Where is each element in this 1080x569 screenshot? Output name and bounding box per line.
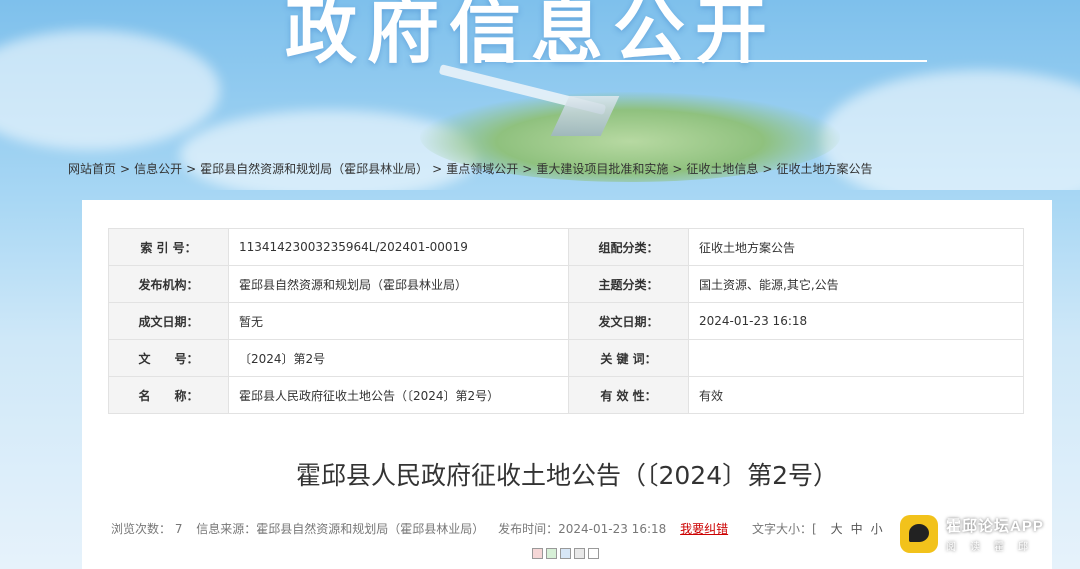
breadcrumb-separator: >: [432, 162, 443, 176]
table-row: 索 引 号： 11341423003235964L/202401-00019 组…: [108, 228, 1024, 266]
keywords-value: [688, 339, 1024, 377]
keywords-label: 关 键 词：: [568, 339, 689, 377]
breadcrumb-info-public[interactable]: 信息公开: [134, 162, 182, 176]
breadcrumb-separator: >: [762, 162, 773, 176]
watermark-name: 霍邱论坛APP: [946, 518, 1044, 535]
breadcrumb-separator: >: [120, 162, 131, 176]
font-size-control: 文字大小：[ 大中小: [752, 522, 887, 536]
breadcrumb-separator: >: [672, 162, 683, 176]
swatch-green[interactable]: [546, 548, 557, 559]
topic-label: 主题分类：: [568, 265, 689, 303]
swatch-blue[interactable]: [560, 548, 571, 559]
breadcrumb-land-info[interactable]: 征收土地信息: [686, 162, 758, 176]
created-date-label: 成文日期：: [108, 302, 229, 340]
metadata-table: 索 引 号： 11341423003235964L/202401-00019 组…: [108, 228, 1024, 414]
topic-value: 国土资源、能源,其它,公告: [688, 265, 1024, 303]
table-row: 名 称： 霍邱县人民政府征收土地公告（〔2024〕第2号） 有 效 性： 有效: [108, 376, 1024, 414]
breadcrumb: 网站首页 > 信息公开 > 霍邱县自然资源和规划局（霍邱县林业局） > 重点领域公开 > 重大建…: [68, 160, 872, 177]
swatch-gray[interactable]: [574, 548, 585, 559]
table-row: 成文日期： 暂无 发文日期： 2024-01-23 16:18: [108, 302, 1024, 340]
font-medium-button[interactable]: 中: [851, 522, 863, 536]
report-error-link[interactable]: 我要纠错: [680, 522, 728, 536]
validity-label: 有 效 性：: [568, 376, 689, 414]
category-label: 组配分类：: [568, 228, 689, 266]
publisher-label: 发布机构：: [108, 265, 229, 303]
publish-time: 发布时间：2024-01-23 16:18: [498, 522, 667, 536]
article-title: 霍邱县人民政府征收土地公告（〔2024〕第2号）: [295, 461, 839, 490]
index-value: 11341423003235964L/202401-00019: [228, 228, 569, 266]
watermark-text: 霍邱论坛APP 阅读霍邱: [946, 515, 1044, 553]
docno-label: 文 号：: [108, 339, 229, 377]
breadcrumb-bureau[interactable]: 霍邱县自然资源和规划局（霍邱县林业局）: [200, 162, 428, 176]
table-row: 发布机构： 霍邱县自然资源和规划局（霍邱县林业局） 主题分类： 国土资源、能源,…: [108, 265, 1024, 303]
breadcrumb-land-notice[interactable]: 征收土地方案公告: [776, 162, 872, 176]
app-watermark: 霍邱论坛APP 阅读霍邱: [900, 512, 1078, 556]
index-label: 索 引 号：: [108, 228, 229, 266]
watermark-sub: 阅读霍邱: [946, 542, 1042, 553]
published-date-value: 2024-01-23 16:18: [688, 302, 1024, 340]
breadcrumb-major-projects[interactable]: 重大建设项目批准和实施: [536, 162, 668, 176]
breadcrumb-separator: >: [522, 162, 533, 176]
name-label: 名 称：: [108, 376, 229, 414]
view-count: 浏览次数： 7: [111, 522, 183, 536]
info-source: 信息来源：霍邱县自然资源和规划局（霍邱县林业局）: [196, 522, 485, 536]
banner-divider: [485, 60, 927, 62]
created-date-value: 暂无: [228, 302, 569, 340]
breadcrumb-key-areas[interactable]: 重点领域公开: [446, 162, 518, 176]
font-large-button[interactable]: 大: [831, 522, 843, 536]
swatch-pink[interactable]: [532, 548, 543, 559]
category-value: 征收土地方案公告: [688, 228, 1024, 266]
published-date-label: 发文日期：: [568, 302, 689, 340]
table-row: 文 号： 〔2024〕第2号 关 键 词：: [108, 339, 1024, 377]
name-value: 霍邱县人民政府征收土地公告（〔2024〕第2号）: [228, 376, 569, 414]
font-small-button[interactable]: 小: [871, 522, 883, 536]
publisher-value: 霍邱县自然资源和规划局（霍邱县林业局）: [228, 265, 569, 303]
breadcrumb-separator: >: [186, 162, 197, 176]
validity-value: 有效: [688, 376, 1024, 414]
font-size-label: 文字大小：[: [751, 522, 817, 536]
article-info-bar: 浏览次数： 7 信息来源：霍邱县自然资源和规划局（霍邱县林业局） 发布时间：20…: [111, 520, 897, 537]
banner-title: 政府信息公开: [285, 0, 778, 73]
cloud-decoration: [0, 30, 220, 150]
app-logo-icon: [900, 515, 938, 553]
breadcrumb-home[interactable]: 网站首页: [68, 162, 116, 176]
background-color-swatches: [532, 548, 599, 559]
swatch-white[interactable]: [588, 548, 599, 559]
docno-value: 〔2024〕第2号: [228, 339, 569, 377]
